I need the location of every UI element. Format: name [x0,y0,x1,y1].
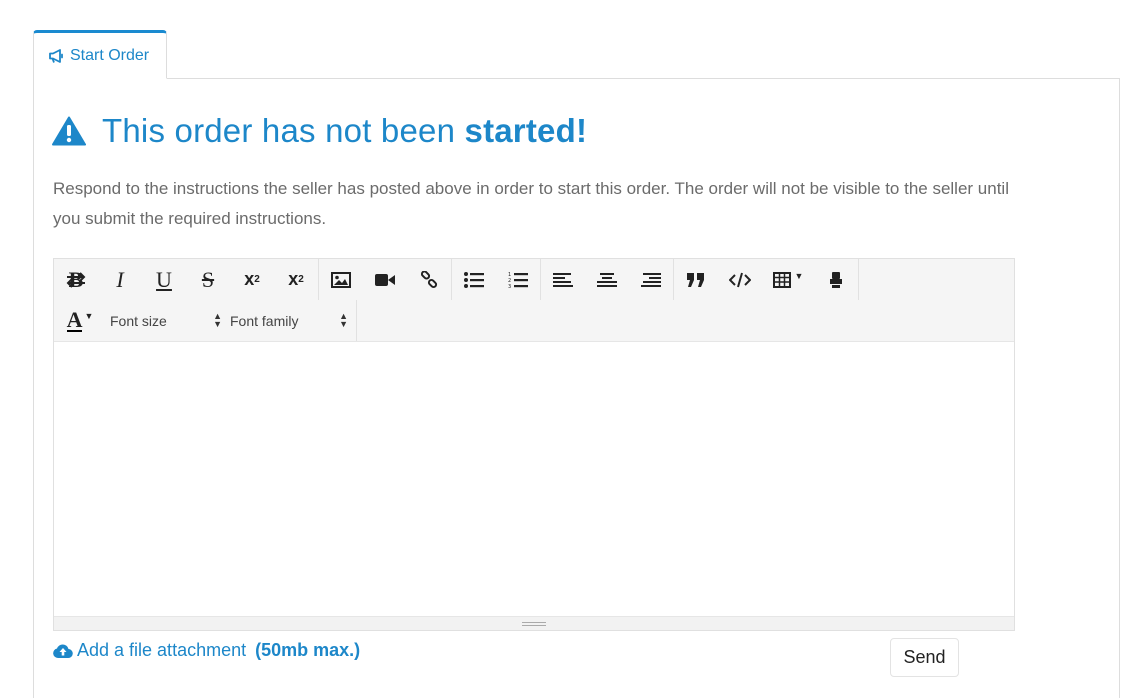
warning-icon [52,116,86,146]
send-button[interactable]: Send [890,638,959,677]
editor-content-area[interactable] [54,342,1014,616]
font-size-select[interactable]: Font size ▲ ▼ [106,300,230,341]
notice-heading: This order has not been started! [52,112,587,150]
select-arrows-icon: ▲ ▼ [339,311,348,329]
editor-toolbar: B I U S x2 x2 1 2 3 ▼ A ▼ Font size ▲ ▼ … [54,259,1014,342]
swap-arrows-icon [66,271,86,288]
notice-title: This order has not been started! [102,112,588,149]
chevron-down-icon: ▼ [84,310,94,321]
text-color-icon: A [66,306,83,332]
select-arrows-icon: ▲ ▼ [213,311,222,329]
rich-text-editor: B I U S x2 x2 1 2 3 ▼ A ▼ Font size ▲ ▼ … [53,258,1015,631]
notice-description: Respond to the instructions the seller h… [53,179,1009,228]
toggle-html-view-button[interactable] [54,259,98,300]
cloud-upload-icon [53,643,73,658]
font-size-label: Font size [110,312,167,329]
font-family-label: Font family [230,312,299,329]
font-group: A ▼ Font size ▲ ▼ Font family ▲ ▼ [54,300,357,341]
tab-bar: Start Order [33,30,1120,79]
bullhorn-icon [49,48,63,63]
attach-label: Add a file attachment [77,640,247,660]
tab-label: Start Order [70,46,150,64]
font-family-select[interactable]: Font family ▲ ▼ [230,300,350,341]
tab-start-order[interactable]: Start Order [33,30,167,79]
editor-resize-handle[interactable] [54,616,1014,630]
grip-icon [522,621,546,626]
add-attachment-link[interactable]: Add a file attachment (50mb max.) [53,640,360,661]
attach-size-limit: (50mb max.) [255,640,361,660]
text-color-button[interactable]: A ▼ [54,300,106,341]
